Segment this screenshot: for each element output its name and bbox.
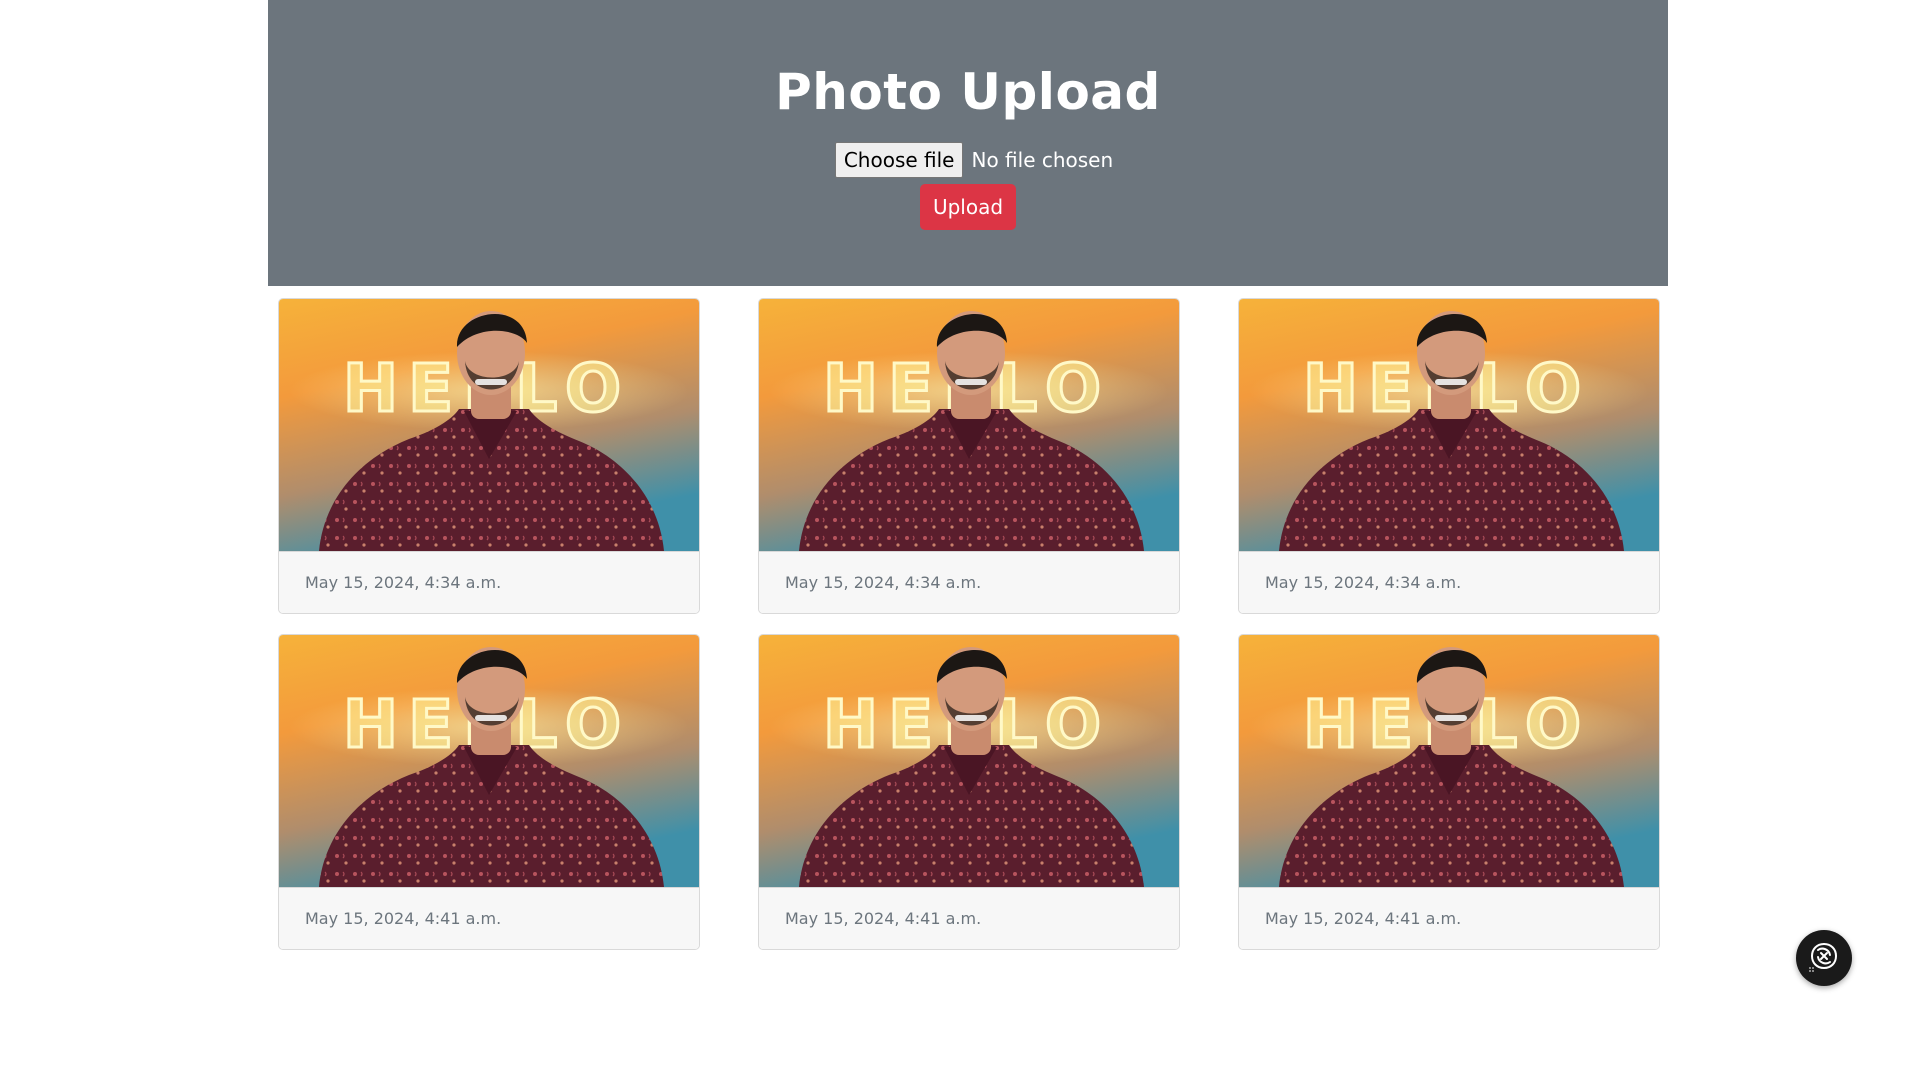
page-title: Photo Upload bbox=[775, 63, 1161, 121]
photo-card: HELLOMay 15, 2024, 4:41 a.m. bbox=[758, 634, 1180, 950]
main-container: Photo Upload Choose file No file chosen … bbox=[268, 0, 1668, 986]
photo-timestamp: May 15, 2024, 4:41 a.m. bbox=[759, 887, 1179, 949]
page: Photo Upload Choose file No file chosen … bbox=[0, 0, 1920, 1080]
photo-image: HELLO bbox=[759, 635, 1179, 887]
photo-timestamp: May 15, 2024, 4:34 a.m. bbox=[279, 551, 699, 613]
upload-header: Photo Upload Choose file No file chosen … bbox=[268, 0, 1668, 286]
photo-timestamp: May 15, 2024, 4:41 a.m. bbox=[279, 887, 699, 949]
photo-card: HELLOMay 15, 2024, 4:34 a.m. bbox=[278, 298, 700, 614]
photo-grid: HELLOMay 15, 2024, 4:34 a.m.HELLOMay 15,… bbox=[268, 286, 1668, 986]
photo-image: HELLO bbox=[1239, 635, 1659, 887]
upload-button[interactable]: Upload bbox=[920, 184, 1016, 230]
photo-timestamp: May 15, 2024, 4:34 a.m. bbox=[1239, 551, 1659, 613]
choose-file-button[interactable]: Choose file bbox=[834, 142, 964, 178]
photo-card: HELLOMay 15, 2024, 4:41 a.m. bbox=[1238, 634, 1660, 950]
photo-timestamp: May 15, 2024, 4:34 a.m. bbox=[759, 551, 1179, 613]
photo-card: HELLOMay 15, 2024, 4:34 a.m. bbox=[758, 298, 1180, 614]
file-input[interactable]: Choose file No file chosen bbox=[823, 142, 1113, 178]
photo-image: HELLO bbox=[759, 299, 1179, 551]
photo-image: HELLO bbox=[279, 635, 699, 887]
photo-timestamp: May 15, 2024, 4:41 a.m. bbox=[1239, 887, 1659, 949]
photo-image: HELLO bbox=[1239, 299, 1659, 551]
assistant-button[interactable] bbox=[1796, 930, 1852, 986]
photo-card: HELLOMay 15, 2024, 4:34 a.m. bbox=[1238, 298, 1660, 614]
file-status-text: No file chosen bbox=[971, 148, 1114, 172]
photo-image: HELLO bbox=[279, 299, 699, 551]
spiral-logo-icon bbox=[1807, 939, 1841, 978]
photo-card: HELLOMay 15, 2024, 4:41 a.m. bbox=[278, 634, 700, 950]
